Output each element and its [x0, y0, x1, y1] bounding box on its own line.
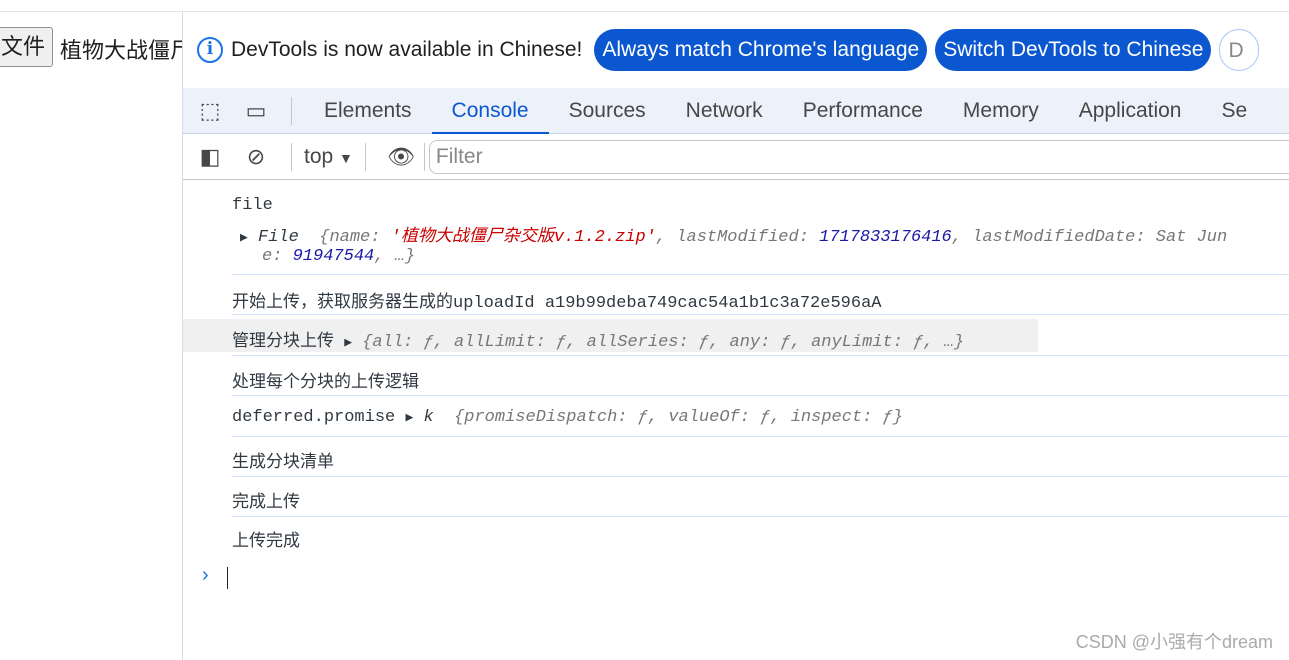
selected-file-name: 植物大战僵尸	[60, 38, 182, 63]
log-text: 管理分块上传	[232, 333, 334, 352]
tab-memory[interactable]: Memory	[943, 88, 1059, 134]
live-expression-eye-icon[interactable]: 👁	[378, 144, 424, 170]
infobar-message: DevTools is now available in Chinese!	[231, 38, 583, 61]
log-complete-upload: 完成上传	[232, 494, 300, 513]
row-divider	[232, 355, 1289, 356]
row-divider	[232, 516, 1289, 517]
row-divider	[232, 476, 1289, 477]
info-icon: i	[197, 37, 223, 63]
log-object[interactable]: {promiseDispatch: ƒ, valueOf: ƒ, inspect…	[454, 408, 903, 427]
dont-show-again-button[interactable]: D	[1219, 29, 1260, 71]
row-divider	[232, 395, 1289, 396]
log-object[interactable]: {all: ƒ, allLimit: ƒ, allSeries: ƒ, any:…	[362, 333, 964, 352]
tab-sources[interactable]: Sources	[549, 88, 666, 134]
sidebar-toggle-icon[interactable]: ◧	[187, 144, 233, 170]
divider	[364, 142, 366, 171]
object-key: e:	[262, 247, 293, 266]
language-infobar: i DevTools is now available in Chinese! …	[183, 12, 1289, 88]
log-file-object[interactable]: ▶ File {name: '植物大战僵尸杂交版v.1.2.zip', last…	[240, 221, 1227, 247]
object-key: {name:	[319, 228, 391, 247]
dropdown-arrow-icon: ▼	[339, 149, 353, 166]
filter-input[interactable]: Filter	[428, 139, 1289, 174]
context-value: top	[304, 144, 334, 168]
always-match-language-button[interactable]: Always match Chrome's language	[594, 29, 928, 71]
tab-network[interactable]: Network	[666, 88, 783, 134]
last-modified-date: , lastModifiedDate: Sat Jun	[951, 228, 1228, 247]
tab-application[interactable]: Application	[1059, 88, 1202, 134]
log-text: deferred.promise	[232, 408, 396, 427]
divider	[291, 96, 292, 125]
inspect-element-icon[interactable]: ⬚	[187, 98, 233, 124]
log-manage-chunks: 管理分块上传 ▶ {all: ƒ, allLimit: ƒ, allSeries…	[232, 326, 964, 352]
object-type: File	[258, 228, 299, 247]
clear-console-icon[interactable]: ⊘	[233, 144, 279, 170]
device-toolbar-icon[interactable]: ▭	[233, 98, 279, 124]
last-modified-value: 1717833176416	[819, 228, 952, 247]
console-input-caret[interactable]	[227, 567, 228, 589]
log-file-object-cont: e: 91947544, …}	[262, 247, 415, 266]
expand-triangle-icon[interactable]: ▶	[344, 335, 352, 350]
tab-performance[interactable]: Performance	[783, 88, 943, 134]
log-file-label: file	[232, 196, 273, 215]
console-toolbar: ◧ ⊘ top ▼ 👁 Filter	[183, 134, 1289, 180]
switch-to-chinese-button[interactable]: Switch DevTools to Chinese	[935, 29, 1212, 71]
prompt-chevron-icon: ›	[202, 564, 209, 586]
size-value: 91947544	[292, 247, 375, 266]
watermark: CSDN @小强有个dream	[1075, 632, 1273, 652]
log-upload-start: 开始上传，获取服务器生成的uploadId a19b99deba749cac54…	[232, 294, 882, 313]
log-upload-done: 上传完成	[232, 533, 300, 552]
context-selector[interactable]: top ▼	[304, 145, 353, 169]
object-ellipsis: , …}	[374, 247, 416, 266]
divider	[291, 142, 292, 171]
log-deferred-promise: deferred.promise ▶ k {promiseDispatch: ƒ…	[232, 408, 903, 427]
row-divider	[232, 314, 1289, 315]
object-type: k	[423, 408, 434, 427]
log-chunk-list: 生成分块清单	[232, 454, 334, 473]
devtools-tab-bar: ⬚ ▭ Elements Console Sources Network Per…	[183, 88, 1289, 134]
row-divider	[232, 436, 1289, 437]
row-divider	[232, 274, 1289, 275]
tab-console[interactable]: Console	[431, 88, 549, 134]
tab-security[interactable]: Se	[1201, 88, 1267, 134]
expand-triangle-icon[interactable]: ▶	[405, 410, 413, 425]
divider	[423, 142, 425, 171]
expand-triangle-icon[interactable]: ▶	[240, 230, 248, 245]
log-handle-chunk: 处理每个分块的上传逻辑	[232, 374, 419, 393]
object-key: , lastModified:	[655, 228, 820, 247]
tab-elements[interactable]: Elements	[304, 88, 432, 134]
choose-file-button[interactable]: 文件	[0, 27, 53, 67]
file-name-value: '植物大战僵尸杂交版v.1.2.zip'	[390, 228, 656, 247]
browser-top-edge	[0, 0, 1289, 12]
